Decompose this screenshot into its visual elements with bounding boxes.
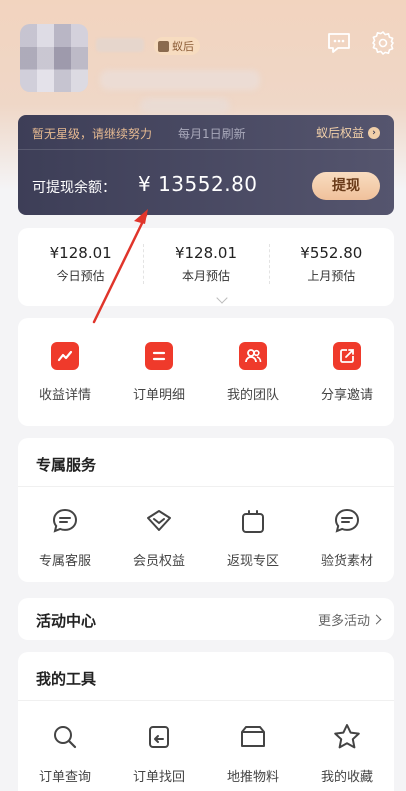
share-icon bbox=[333, 342, 361, 370]
service-label: 专属客服 bbox=[38, 554, 91, 569]
estimate-value: ¥552.80 bbox=[300, 244, 363, 262]
service-label: 返现专区 bbox=[226, 554, 279, 569]
quick-action-earnings[interactable]: 收益详情 bbox=[18, 318, 112, 426]
service-title: 专属服务 bbox=[36, 456, 97, 474]
box-icon bbox=[241, 726, 265, 747]
service-label: 会员权益 bbox=[132, 554, 185, 569]
refresh-note: 每月1日刷新 bbox=[178, 127, 246, 141]
quick-action-label: 订单明细 bbox=[132, 388, 185, 403]
estimate-last-month[interactable]: ¥552.80 上月预估 bbox=[268, 228, 394, 306]
level-notice: 暂无星级，请继续努力 bbox=[32, 127, 153, 141]
username-blurred bbox=[96, 38, 144, 52]
tools-title: 我的工具 bbox=[36, 670, 97, 688]
settings-icon[interactable] bbox=[370, 30, 396, 56]
quick-action-label: 分享邀请 bbox=[320, 388, 373, 403]
badge-label: 蚁后 bbox=[172, 40, 194, 53]
service-item-materials[interactable]: 验货素材 bbox=[300, 506, 394, 569]
activity-title: 活动中心 bbox=[36, 612, 97, 630]
tool-item-order-search[interactable]: 订单查询 bbox=[18, 722, 112, 785]
more-activities-label: 更多活动 bbox=[317, 614, 370, 629]
service-item-cashback[interactable]: 返现专区 bbox=[206, 506, 300, 569]
estimate-month[interactable]: ¥128.01 本月预估 bbox=[143, 228, 268, 306]
estimate-label: 本月预估 bbox=[181, 269, 230, 283]
message-icon[interactable] bbox=[326, 30, 352, 56]
tool-label: 订单找回 bbox=[132, 770, 185, 785]
chevron-right-icon: › bbox=[368, 126, 380, 139]
divider bbox=[18, 486, 394, 487]
tool-item-materials[interactable]: 地推物料 bbox=[206, 722, 300, 785]
level-badge: 蚁后 bbox=[154, 37, 200, 55]
estimate-value: ¥128.01 bbox=[49, 244, 112, 262]
tool-item-favorites[interactable]: 我的收藏 bbox=[300, 722, 394, 785]
blurred-info bbox=[100, 70, 260, 90]
quick-action-label: 收益详情 bbox=[38, 388, 91, 403]
list-icon bbox=[145, 342, 173, 370]
badge-icon bbox=[158, 40, 169, 52]
service-card: 专属服务 专属客服 会员权益 返现专区 验货素材 bbox=[18, 438, 394, 582]
tool-label: 地推物料 bbox=[226, 770, 279, 785]
more-activities-link[interactable]: 更多活动 bbox=[317, 610, 382, 629]
blurred-info-2 bbox=[140, 98, 230, 114]
chart-icon bbox=[51, 342, 79, 370]
diamond-icon bbox=[147, 510, 171, 531]
tool-label: 订单查询 bbox=[38, 770, 91, 785]
quick-action-label: 我的团队 bbox=[226, 388, 279, 403]
star-icon bbox=[334, 724, 360, 749]
avatar[interactable] bbox=[20, 24, 88, 92]
balance-card: 暂无星级，请继续努力 每月1日刷新 蚁后权益 › 可提现余额： ¥ 13552.… bbox=[18, 115, 394, 215]
estimate-today[interactable]: ¥128.01 今日预估 bbox=[18, 228, 143, 306]
service-item-support[interactable]: 专属客服 bbox=[18, 506, 112, 569]
chevron-right-icon bbox=[371, 614, 382, 625]
estimate-label: 今日预估 bbox=[56, 269, 105, 283]
service-item-rights[interactable]: 会员权益 bbox=[112, 506, 206, 569]
quick-action-share[interactable]: 分享邀请 bbox=[300, 318, 394, 426]
service-label: 验货素材 bbox=[320, 554, 373, 569]
estimate-value: ¥128.01 bbox=[174, 244, 237, 262]
quick-action-team[interactable]: 我的团队 bbox=[206, 318, 300, 426]
return-icon bbox=[149, 726, 169, 748]
bag-icon bbox=[242, 510, 264, 533]
divider bbox=[18, 700, 394, 701]
balance-label: 可提现余额： bbox=[32, 180, 116, 196]
rights-link[interactable]: 蚁后权益 › bbox=[316, 124, 380, 141]
chat-icon bbox=[334, 508, 360, 533]
estimates-card: ¥128.01 今日预估 ¥128.01 本月预估 ¥552.80 上月预估 bbox=[18, 228, 394, 306]
estimate-label: 上月预估 bbox=[307, 269, 356, 283]
team-icon bbox=[239, 342, 267, 370]
rights-link-label: 蚁后权益 bbox=[315, 126, 364, 140]
chat-icon bbox=[52, 508, 78, 533]
withdraw-button[interactable]: 提现 bbox=[312, 172, 380, 200]
tools-card: 我的工具 订单查询 订单找回 地推物料 我的收藏 bbox=[18, 652, 394, 791]
tool-label: 我的收藏 bbox=[320, 770, 373, 785]
tool-item-order-recover[interactable]: 订单找回 bbox=[112, 722, 206, 785]
search-icon bbox=[54, 726, 77, 749]
balance-amount: ¥ 13552.80 bbox=[138, 172, 258, 196]
activity-card[interactable]: 活动中心 更多活动 bbox=[18, 598, 394, 640]
quick-action-orders[interactable]: 订单明细 bbox=[112, 318, 206, 426]
quick-actions-card: 收益详情 订单明细 我的团队 分享邀请 bbox=[18, 318, 394, 426]
divider bbox=[18, 149, 394, 150]
